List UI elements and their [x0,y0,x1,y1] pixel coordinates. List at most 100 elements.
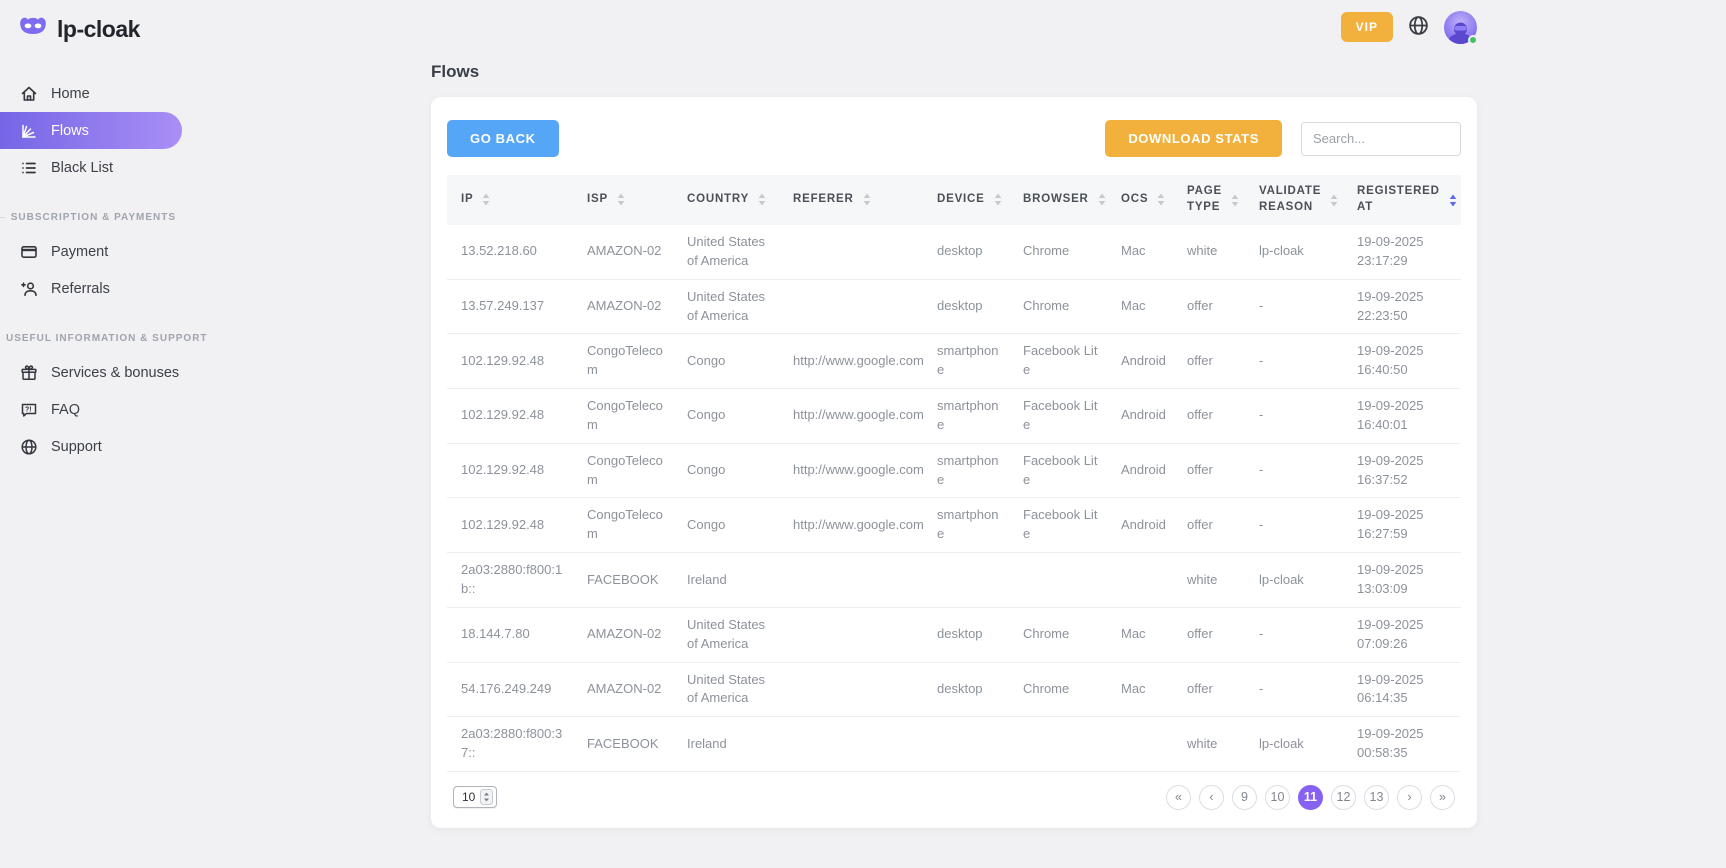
cell-page_type: white [1173,553,1245,608]
cell-registered_at: 19-09-202523:17:29 [1343,225,1461,279]
cell-device: desktop [923,279,1009,334]
cell-device: desktop [923,607,1009,662]
logo[interactable]: lp-cloak [0,14,182,45]
cell-ip: 2a03:2880:f800:1b:: [447,553,573,608]
page-nav-button[interactable]: › [1397,785,1422,810]
card-toolbar: GO BACK DOWNLOAD STATS [447,113,1461,161]
page-nav-button[interactable]: « [1166,785,1191,810]
sidebar-item-support[interactable]: Support [0,428,182,465]
sidebar-item-label: Home [51,86,90,102]
home-icon [19,84,38,103]
cell-registered_at: 19-09-202513:03:09 [1343,553,1461,608]
cell-page_type: offer [1173,334,1245,389]
credit-card-icon [19,242,38,261]
cell-browser: Facebook Lite [1009,443,1107,498]
column-header-referer[interactable]: REFERER [779,175,923,225]
cell-validate_reason: lp-cloak [1245,717,1343,772]
sidebar-item-services[interactable]: Services & bonuses [0,354,182,391]
cell-registered_at: 19-09-202516:40:01 [1343,389,1461,444]
table-header-row: IP ISPCOUNTRY REFERER DEVICEBROWSEROCSPAGE … [447,175,1461,225]
user-avatar[interactable] [1444,11,1477,44]
sidebar-item-flows[interactable]: Flows [0,112,182,149]
sidebar-section-subscription: SUBSCRIPTION & PAYMENTS [0,212,182,223]
cell-referer [779,717,923,772]
table-row: 18.144.7.80AMAZON-02United States of Ame… [447,607,1461,662]
cell-validate_reason: lp-cloak [1245,553,1343,608]
cell-browser: Chrome [1009,279,1107,334]
sidebar-item-label: Payment [51,244,108,260]
page-button-11[interactable]: 11 [1298,785,1323,810]
cell-referer: http://www.google.com/ [779,498,923,553]
sidebar-item-referrals[interactable]: Referrals [0,270,182,307]
cell-registered_at: 19-09-202516:40:50 [1343,334,1461,389]
cell-browser: Chrome [1009,225,1107,279]
sidebar-item-black-list[interactable]: Black List [0,149,182,186]
column-header-page_type[interactable]: PAGE TYPE [1173,175,1245,225]
column-header-browser[interactable]: BROWSER [1009,175,1107,225]
sidebar-item-payment[interactable]: Payment [0,233,182,270]
sort-icon [1231,194,1239,207]
cell-country: Congo [673,498,779,553]
sidebar-section-support: USEFUL INFORMATION & SUPPORT [0,333,182,344]
cell-ip: 13.57.249.137 [447,279,573,334]
page-button-13[interactable]: 13 [1364,785,1389,810]
cell-ocs: Mac [1107,279,1173,334]
go-back-button[interactable]: GO BACK [447,120,559,157]
cell-country: United States of America [673,607,779,662]
cell-country: Congo [673,443,779,498]
sort-icon [994,193,1002,206]
sidebar-item-label: Support [51,439,102,455]
table-row: 102.129.92.48CongoTelecomCongohttp://www… [447,389,1461,444]
flows-table: IP ISPCOUNTRY REFERER DEVICEBROWSEROCSPAGE … [447,175,1461,772]
gift-icon [19,363,38,382]
vip-button[interactable]: VIP [1341,12,1393,42]
table-row: 13.52.218.60AMAZON-02United States of Am… [447,225,1461,279]
page-button-10[interactable]: 10 [1265,785,1290,810]
cell-page_type: offer [1173,498,1245,553]
search-input[interactable] [1301,122,1461,156]
column-label: REFERER [793,192,854,208]
download-stats-button[interactable]: DOWNLOAD STATS [1105,120,1282,157]
cell-browser: Chrome [1009,607,1107,662]
cell-ip: 102.129.92.48 [447,498,573,553]
page-nav-button[interactable]: ‹ [1199,785,1224,810]
sort-icon [482,193,490,206]
cell-ocs: Android [1107,443,1173,498]
cell-page_type: white [1173,717,1245,772]
sort-icon [1157,193,1165,206]
cell-ocs: Android [1107,389,1173,444]
page-nav-button[interactable]: » [1430,785,1455,810]
stepper-icon [480,789,493,805]
column-header-isp[interactable]: ISP [573,175,673,225]
page-button-12[interactable]: 12 [1331,785,1356,810]
sidebar-item-faq[interactable]: ?! FAQ [0,391,182,428]
sidebar-item-home[interactable]: Home [0,75,182,112]
faq-chat-icon: ?! [19,400,38,419]
person-add-icon [19,279,38,298]
page-button-9[interactable]: 9 [1232,785,1257,810]
cell-ocs: Mac [1107,662,1173,717]
column-label: IP [461,192,473,208]
cell-referer: http://www.google.com/ [779,443,923,498]
column-header-ocs[interactable]: OCS [1107,175,1173,225]
column-header-device[interactable]: DEVICE [923,175,1009,225]
cell-ocs: Mac [1107,225,1173,279]
column-header-registered_at[interactable]: REGISTERED AT [1343,175,1461,225]
column-header-country[interactable]: COUNTRY [673,175,779,225]
page-size-select[interactable]: 10 [453,786,497,808]
cell-ip: 2a03:2880:f800:37:: [447,717,573,772]
cell-page_type: offer [1173,279,1245,334]
sort-icon [1449,194,1457,207]
sidebar-nav: Home Flows Black List SUBSCRIPTION [0,75,182,465]
online-status-dot [1468,35,1478,45]
cell-referer: http://www.google.com/ [779,334,923,389]
cell-device: smartphone [923,389,1009,444]
page-title: Flows [431,62,1477,82]
cell-page_type: white [1173,225,1245,279]
language-globe-button[interactable] [1408,15,1429,39]
column-header-ip[interactable]: IP [447,175,573,225]
cell-browser [1009,553,1107,608]
column-header-validate_reason[interactable]: VALIDATE REASON [1245,175,1343,225]
cell-isp: FACEBOOK [573,553,673,608]
cell-device: smartphone [923,443,1009,498]
